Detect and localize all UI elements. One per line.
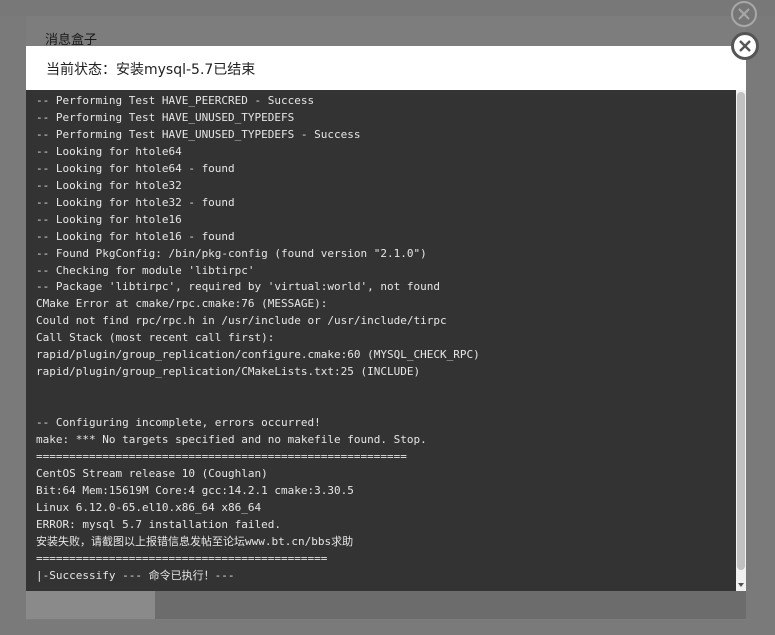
terminal-line: 安装失败，请截图以上报错信息发帖至论坛www.bt.cn/bbs求助 (36, 534, 354, 548)
terminal-line: ERROR: mysql 5.7 installation failed. (36, 517, 282, 531)
terminal-line: Linux 6.12.0-65.el10.x86_64 x86_64 (36, 500, 262, 514)
scroll-down-arrow-icon[interactable] (738, 583, 744, 587)
terminal-line: ========================================… (36, 551, 328, 565)
terminal-line: Call Stack (most recent call first): (36, 331, 275, 345)
dialog-header: 当前状态：安装mysql-5.7已结束 (26, 46, 746, 90)
terminal-line: -- Performing Test HAVE_PEERCRED - Succe… (36, 94, 315, 107)
terminal-scrollbar[interactable] (736, 90, 746, 591)
terminal-line: -- Looking for htole32 - found (36, 195, 235, 209)
scrollbar-thumb[interactable] (737, 92, 745, 570)
terminal-output[interactable]: -- Performing Test HAVE_PEERCRED - Succe… (26, 90, 746, 591)
terminal-line: |-Successify --- 命令已执行！--- (36, 568, 235, 582)
status-text: 当前状态：安装mysql-5.7已结束 (46, 62, 256, 78)
terminal-line: make: *** No targets specified and no ma… (36, 433, 427, 447)
terminal-log-text: -- Performing Test HAVE_PEERCRED - Succe… (26, 90, 746, 585)
terminal-line: Bit:64 Mem:15619M Core:4 gcc:14.2.1 cmak… (36, 483, 354, 497)
background-page-strip (0, 0, 775, 16)
footer-button[interactable] (26, 591, 155, 619)
terminal-line: -- Looking for htole64 - found (36, 161, 235, 175)
terminal-line: -- Package 'libtirpc', required by 'virt… (36, 280, 440, 294)
terminal-line: ========================================… (36, 450, 407, 464)
terminal-line: -- Configuring incomplete, errors occurr… (36, 416, 321, 430)
terminal-line: -- Looking for htole64 (36, 144, 182, 158)
terminal-line: -- Performing Test HAVE_UNUSED_TYPEDEFS … (36, 127, 361, 141)
terminal-line: rapid/plugin/group_replication/CMakeList… (36, 365, 421, 379)
terminal-line: CMake Error at cmake/rpc.cmake:76 (MESSA… (36, 297, 328, 311)
terminal-line: rapid/plugin/group_replication/configure… (36, 348, 480, 362)
terminal-line: -- Looking for htole16 - found (36, 229, 235, 243)
terminal-line: Could not find rpc/rpc.h in /usr/include… (36, 314, 447, 328)
background-close-icon[interactable] (731, 1, 757, 27)
dialog-footer (26, 591, 746, 619)
terminal-line: -- Performing Test HAVE_UNUSED_TYPEDEFS (36, 110, 295, 124)
page: 消息盒子 当前状态：安装mysql-5.7已结束 -- Performing T… (0, 0, 775, 635)
terminal-line: -- Checking for module 'libtirpc' (36, 263, 255, 277)
install-log-dialog: 当前状态：安装mysql-5.7已结束 -- Performing Test H… (26, 46, 746, 591)
terminal-line: -- Looking for htole16 (36, 212, 182, 226)
terminal-line: -- Found PkgConfig: /bin/pkg-config (fou… (36, 246, 427, 260)
close-icon[interactable] (731, 32, 759, 60)
terminal-line: -- Looking for htole32 (36, 178, 182, 192)
terminal-line: CentOS Stream release 10 (Coughlan) (36, 466, 268, 480)
